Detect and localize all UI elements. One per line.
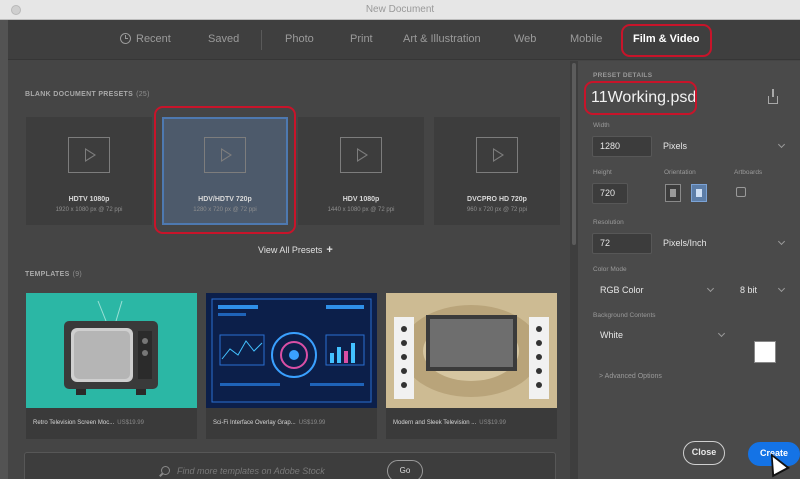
tab-web[interactable]: Web (514, 33, 536, 45)
portrait-orientation-button[interactable] (665, 184, 681, 202)
bit-depth-select[interactable]: 8 bit (740, 280, 790, 301)
save-preset-icon[interactable] (768, 89, 778, 104)
presets-scrollbar[interactable] (570, 61, 578, 479)
tab-mobile[interactable]: Mobile (570, 33, 602, 45)
video-doc-icon (476, 137, 518, 173)
video-doc-icon (204, 137, 246, 173)
preset-name: DVCPRO HD 720p (467, 196, 527, 203)
templates-count: (9) (72, 271, 83, 278)
width-label: Width (593, 122, 610, 129)
background-select[interactable]: White (600, 325, 732, 346)
template-price: US$19.99 (117, 420, 144, 426)
chevron-down-icon (777, 237, 786, 246)
preset-name: HDTV 1080p (68, 196, 110, 203)
bit-depth-value: 8 bit (740, 285, 758, 295)
preset-card[interactable]: HDTV 1080p 1920 x 1080 px @ 72 ppi (26, 117, 152, 225)
preset-dims: 960 x 720 px @ 72 ppi (466, 207, 528, 213)
preset-name: HDV 1080p (342, 196, 380, 203)
template-thumbnail (386, 293, 557, 408)
templates-section-title: TEMPLATES (9) (25, 271, 82, 278)
plus-icon: + (326, 244, 333, 256)
template-price: US$19.99 (479, 420, 506, 426)
video-doc-icon (340, 137, 382, 173)
scrollbar-thumb[interactable] (572, 63, 576, 245)
preset-card[interactable]: DVCPRO HD 720p 960 x 720 px @ 72 ppi (434, 117, 560, 225)
template-label: Retro Television Screen Moc... US$19.99 (33, 420, 144, 426)
stock-search-placeholder: Find more templates on Adobe Stock (177, 466, 325, 476)
document-name-field[interactable]: 11Working.psd (591, 89, 696, 107)
view-all-presets-link[interactable]: View All Presets + (258, 244, 333, 256)
tab-saved[interactable]: Saved (208, 33, 239, 45)
presets-section-title: BLANK DOCUMENT PRESETS (25) (25, 91, 150, 98)
resolution-unit-select[interactable]: Pixels/Inch (663, 233, 788, 254)
preset-dims: 1440 x 1080 px @ 72 ppi (327, 207, 395, 213)
view-all-label: View All Presets (258, 245, 323, 255)
chevron-down-icon (777, 284, 786, 293)
orientation-label: Orientation (664, 169, 696, 176)
video-doc-icon (68, 137, 110, 173)
title-bar: New Document (0, 0, 800, 20)
category-tabs: Recent Saved Photo Print Art & Illustrat… (8, 20, 800, 60)
color-mode-label: Color Mode (593, 266, 627, 273)
template-label: Sci-Fi Interface Overlay Grap... US$19.99 (213, 420, 325, 426)
template-name: Sci-Fi Interface Overlay Grap... (213, 420, 296, 426)
chevron-down-icon (706, 284, 715, 293)
tab-recent[interactable]: Recent (120, 33, 171, 45)
templates-heading: TEMPLATES (25, 271, 70, 278)
chevron-down-icon (717, 329, 726, 338)
preset-dims: 1280 x 720 px @ 72 ppi (193, 207, 257, 213)
template-label: Modern and Sleek Television ... US$19.99 (393, 420, 506, 426)
landscape-orientation-button[interactable] (691, 184, 707, 202)
template-card[interactable]: Sci-Fi Interface Overlay Grap... US$19.99 (206, 293, 377, 439)
presets-count: (25) (136, 91, 150, 98)
preset-card-selected[interactable]: HDV/HDTV 720p 1280 x 720 px @ 72 ppi (162, 117, 288, 225)
template-thumbnail (26, 293, 197, 408)
stock-search-bar[interactable]: Find more templates on Adobe Stock Go (24, 452, 556, 479)
template-card[interactable]: Retro Television Screen Moc... US$19.99 (26, 293, 197, 439)
color-mode-value: RGB Color (600, 285, 644, 295)
template-thumbnail (206, 293, 377, 408)
clock-icon (120, 33, 131, 44)
go-button[interactable]: Go (387, 460, 423, 479)
tab-art-illustration[interactable]: Art & Illustration (403, 33, 481, 45)
presets-heading: BLANK DOCUMENT PRESETS (25, 91, 134, 98)
presets-panel: BLANK DOCUMENT PRESETS (25) HDTV 1080p 19… (8, 61, 570, 479)
preset-name: HDV/HDTV 720p (198, 196, 252, 203)
search-icon (161, 466, 170, 475)
tab-film-video[interactable]: Film & Video (633, 33, 699, 45)
height-input[interactable]: 720 (592, 183, 628, 204)
preset-details-panel: PRESET DETAILS 11Working.psd Width 1280 … (578, 61, 800, 479)
height-label: Height (593, 169, 612, 176)
preset-details-header: PRESET DETAILS (593, 72, 653, 79)
chevron-down-icon (777, 140, 786, 149)
artboards-label: Artboards (734, 169, 763, 176)
template-price: US$19.99 (298, 420, 326, 426)
resolution-label: Resolution (593, 219, 624, 226)
width-unit-select[interactable]: Pixels (663, 136, 788, 157)
window-title: New Document (365, 4, 435, 15)
preset-dims: 1920 x 1080 px @ 72 ppi (55, 207, 123, 213)
new-document-dialog: Recent Saved Photo Print Art & Illustrat… (8, 20, 800, 479)
tab-photo[interactable]: Photo (285, 33, 314, 45)
width-input[interactable]: 1280 (592, 136, 652, 157)
template-name: Modern and Sleek Television ... (393, 420, 477, 426)
preset-card[interactable]: HDV 1080p 1440 x 1080 px @ 72 ppi (298, 117, 424, 225)
artboards-checkbox[interactable] (736, 187, 746, 197)
resolution-unit-value: Pixels/Inch (663, 238, 707, 248)
advanced-options-label: Advanced Options (604, 373, 662, 380)
color-mode-select[interactable]: RGB Color (600, 280, 722, 301)
template-card[interactable]: Modern and Sleek Television ... US$19.99 (386, 293, 557, 439)
template-name: Retro Television Screen Moc... (33, 420, 115, 426)
background-label: Background Contents (593, 312, 656, 319)
tab-divider (261, 30, 262, 50)
tab-recent-label: Recent (136, 33, 171, 45)
background-value: White (600, 330, 624, 340)
width-unit-value: Pixels (663, 141, 688, 151)
resolution-input[interactable]: 72 (592, 233, 652, 254)
background-color-swatch[interactable] (754, 341, 776, 363)
advanced-options-toggle[interactable]: > Advanced Options (599, 373, 662, 380)
close-button[interactable]: Close (683, 441, 725, 465)
tab-print[interactable]: Print (350, 33, 373, 45)
